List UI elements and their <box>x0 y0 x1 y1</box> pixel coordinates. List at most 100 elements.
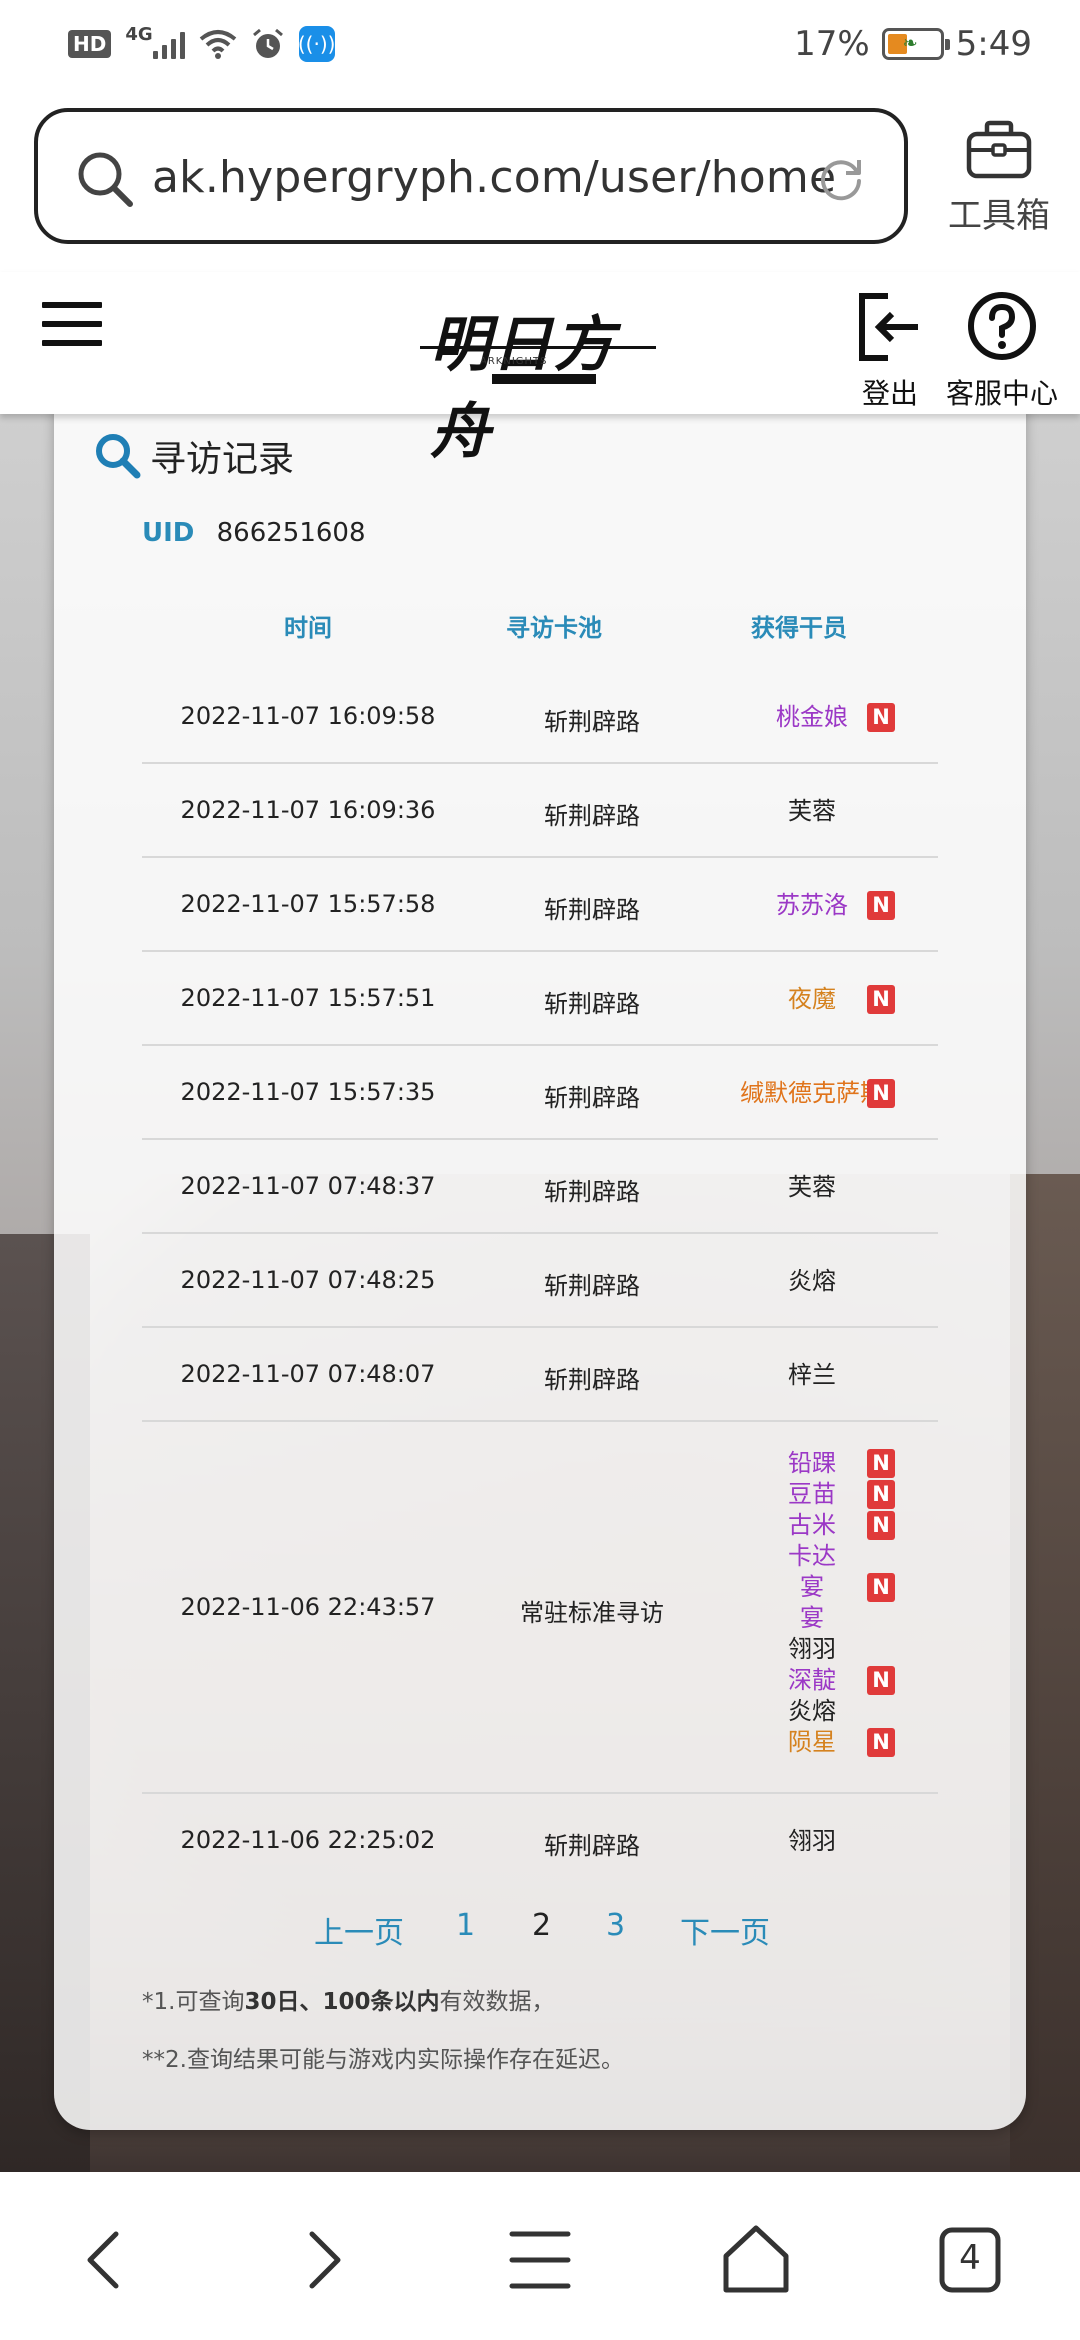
operator-entry: 翎羽 <box>702 1826 922 1857</box>
operator-entry: 宴 <box>702 1603 922 1634</box>
row-time: 2022-11-06 22:43:57 <box>180 1593 436 1621</box>
row-pool: 斩荆辟路 <box>544 1178 640 1206</box>
alarm-icon <box>252 28 283 58</box>
operator-entry: 夜魔 N <box>702 984 922 1015</box>
back-button[interactable] <box>66 2220 146 2300</box>
row-time: 2022-11-07 15:57:58 <box>180 890 436 918</box>
table-row: 2022-11-07 16:09:58 斩荆辟路 桃金娘 N <box>142 670 938 764</box>
tabs-button[interactable]: 4 <box>930 2220 1010 2300</box>
battery-icon: ❧ <box>881 28 950 60</box>
clock: 5:49 <box>955 24 1032 64</box>
operator-entry: 翎羽 <box>702 1634 922 1665</box>
operator-name: 炎熔 <box>788 1267 836 1295</box>
reload-icon[interactable] <box>816 154 866 204</box>
operator-name: 苏苏洛 <box>776 891 848 919</box>
row-time: 2022-11-06 22:25:02 <box>180 1826 436 1854</box>
note-1: *1.可查询30日、100条以内有效数据， <box>142 1989 555 2015</box>
table-row: 2022-11-07 07:48:07 斩荆辟路 梓兰 <box>142 1328 938 1422</box>
table-row: 2022-11-06 22:25:02 斩荆辟路 翎羽 <box>142 1794 938 1888</box>
logout-button[interactable]: 登出 <box>852 290 928 412</box>
logout-icon <box>859 293 918 361</box>
menu-lines-icon <box>509 2231 571 2289</box>
operator-name: 铅踝 <box>788 1449 836 1477</box>
row-time: 2022-11-07 07:48:37 <box>180 1172 436 1200</box>
page-3-button[interactable]: 3 <box>606 1908 625 1943</box>
table-row: 2022-11-06 22:43:57 常驻标准寻访 铅踝 N 豆苗 N 古米 N 卡达宴 N 宴翎… <box>142 1422 938 1794</box>
uid-value: 866251608 <box>216 518 366 548</box>
page-1-button[interactable]: 1 <box>456 1908 475 1943</box>
note-2: **2.查询结果可能与游戏内实际操作存在延迟。 <box>142 2047 624 2073</box>
operator-name: 芙蓉 <box>788 797 836 825</box>
row-pool: 斩荆辟路 <box>544 896 640 924</box>
table-row: 2022-11-07 07:48:25 斩荆辟路 炎熔 <box>142 1234 938 1328</box>
row-time: 2022-11-07 16:09:36 <box>180 796 436 824</box>
home-button[interactable] <box>716 2220 796 2300</box>
operator-name: 芙蓉 <box>788 1173 836 1201</box>
operator-entry: 梓兰 <box>702 1360 922 1391</box>
row-pool: 斩荆辟路 <box>544 708 640 736</box>
row-pool: 斩荆辟路 <box>544 1366 640 1394</box>
menu-button[interactable] <box>500 2220 580 2300</box>
table-row: 2022-11-07 15:57:58 斩荆辟路 苏苏洛 N <box>142 858 938 952</box>
customer-service-button[interactable]: 客服中心 <box>946 290 1058 412</box>
operator-entry: 苏苏洛 N <box>702 890 922 921</box>
row-time: 2022-11-07 16:09:58 <box>180 702 436 730</box>
card-title: 寻访记录 <box>150 439 295 480</box>
operator-entry: 炎熔 <box>702 1696 922 1727</box>
operator-name: 深靛 <box>788 1666 836 1694</box>
uid-label: UID <box>142 518 195 548</box>
operator-name: 翎羽 <box>788 1635 836 1663</box>
table-row: 2022-11-07 15:57:51 斩荆辟路 夜魔 N <box>142 952 938 1046</box>
address-bar[interactable]: ak.hypergryph.com/user/home <box>34 108 908 244</box>
column-header-operator: 获得干员 <box>751 614 847 642</box>
operator-entry: 卡达 <box>702 1541 922 1572</box>
new-badge: N <box>867 703 895 732</box>
row-time: 2022-11-07 15:57:51 <box>180 984 436 1012</box>
table-row: 2022-11-07 16:09:36 斩荆辟路 芙蓉 <box>142 764 938 858</box>
url-text[interactable]: ak.hypergryph.com/user/home <box>152 152 836 203</box>
prev-page-button[interactable]: 上一页 <box>314 1908 404 1952</box>
operator-name: 宴 <box>800 1573 824 1601</box>
row-pool: 斩荆辟路 <box>544 1832 640 1860</box>
forward-button[interactable] <box>282 2220 362 2300</box>
browser-nav-bar: 4 <box>0 2172 1080 2340</box>
signal-icon <box>152 29 185 59</box>
row-pool: 斩荆辟路 <box>544 1272 640 1300</box>
operator-entry: 炎熔 <box>702 1266 922 1297</box>
battery-percent: 17% <box>794 24 870 64</box>
new-badge: N <box>867 891 895 920</box>
new-badge: N <box>867 1480 895 1509</box>
operator-name: 梓兰 <box>788 1361 836 1389</box>
pagination: 上一页 1 2 3 下一页 <box>54 1908 1026 1958</box>
next-page-button[interactable]: 下一页 <box>680 1908 770 1952</box>
operator-entry: 桃金娘 N <box>702 702 922 733</box>
operator-name: 宴 <box>800 1604 824 1632</box>
help-icon <box>968 292 1036 360</box>
back-icon <box>87 2231 119 2289</box>
arknights-logo[interactable]: 明日方舟 ARKNIGHTS <box>420 290 660 467</box>
operator-name: 卡达 <box>788 1542 836 1570</box>
new-badge: N <box>867 1449 895 1478</box>
operator-name: 豆苗 <box>788 1480 836 1508</box>
new-badge: N <box>867 1666 895 1695</box>
toolbox-button[interactable]: 工具箱 <box>944 118 1054 238</box>
menu-icon[interactable] <box>42 302 102 350</box>
operator-name: 夜魔 <box>788 985 836 1013</box>
row-pool: 常驻标准寻访 <box>520 1599 664 1627</box>
operator-entry: 芙蓉 <box>702 1172 922 1203</box>
customer-service-label: 客服中心 <box>946 377 1059 410</box>
operator-entry: 宴N <box>702 1572 922 1603</box>
site-header: 明日方舟 ARKNIGHTS 登出 客服中心 <box>0 272 1080 467</box>
search-icon <box>78 152 133 207</box>
page-2-current: 2 <box>532 1908 552 1943</box>
forward-icon <box>309 2231 341 2289</box>
hotspot-icon: ((·)) <box>298 26 335 62</box>
toolbox-label: 工具箱 <box>948 196 1050 236</box>
operator-name: 翎羽 <box>788 1827 836 1855</box>
table-row: 2022-11-07 15:57:35 斩荆辟路 缄默德克萨斯 N <box>142 1046 938 1140</box>
gacha-record-card: 寻访记录 UID 866251608 时间 寻访卡池 获得干员 2022-11-… <box>54 400 1026 2130</box>
operator-entry: 陨星 N <box>702 1727 922 1758</box>
uid-line: UID 866251608 <box>142 518 366 548</box>
operator-name: 陨星 <box>788 1728 836 1756</box>
row-time: 2022-11-07 07:48:25 <box>180 1266 436 1294</box>
